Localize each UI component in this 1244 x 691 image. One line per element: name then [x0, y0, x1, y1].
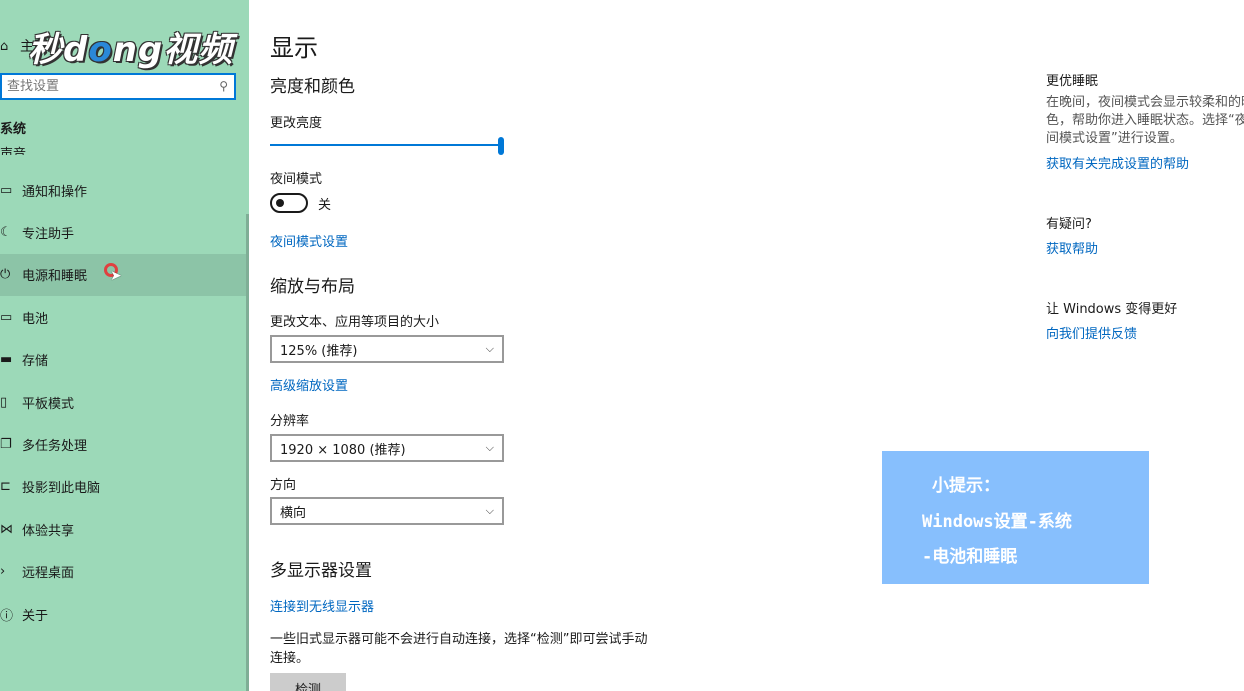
mouse-cursor-icon: ➤ — [110, 268, 122, 284]
chevron-down-icon: ⌵ — [485, 504, 494, 517]
wireless-display-link[interactable]: 连接到无线显示器 — [270, 596, 374, 615]
resolution-value: 1920 × 1080 (推荐) — [280, 442, 406, 458]
orientation-value: 横向 — [280, 505, 307, 521]
sidebar-scrollbar[interactable] — [246, 214, 249, 691]
multi-display-description: 一些旧式显示器可能不会进行自动连接，选择“检测”即可尝试手动连接。 — [270, 632, 648, 666]
night-mode-settings-link[interactable]: 夜间模式设置 — [270, 231, 348, 250]
sidebar-item-project[interactable]: ⊏ 投影到此电脑 — [0, 466, 246, 508]
night-mode-toggle-row: 关 — [270, 193, 331, 213]
better-sleep-description: 在晚间，夜间模式会显示较柔和的暖色，帮助你进入睡眠状态。选择“夜间模式设置”进行… — [1046, 95, 1244, 146]
tablet-icon: ▯ — [0, 394, 8, 410]
sidebar-item-tablet-mode[interactable]: ▯ 平板模式 — [0, 381, 246, 423]
night-mode-toggle[interactable] — [270, 193, 308, 213]
power-icon: ⏻ — [0, 267, 11, 283]
tip-title: 小提示： — [932, 476, 1000, 496]
search-box[interactable]: ⚲ — [0, 73, 236, 100]
sidebar-item-focus-assist[interactable]: ☾ 专注助手 — [0, 211, 246, 253]
brightness-slider-track — [270, 144, 502, 146]
chat-icon: ▭ — [0, 182, 13, 198]
search-icon[interactable]: ⚲ — [219, 79, 228, 93]
advanced-scaling-link[interactable]: 高级缩放设置 — [270, 375, 348, 394]
toggle-knob — [276, 199, 284, 207]
sidebar-item-sound[interactable]: 声音 — [0, 143, 26, 155]
question-heading: 有疑问? — [1046, 217, 1092, 232]
night-mode-state: 关 — [318, 197, 332, 213]
resolution-dropdown[interactable]: 1920 × 1080 (推荐) ⌵ — [270, 434, 504, 462]
sidebar-item-battery[interactable]: ▭ 电池 — [0, 296, 246, 338]
orientation-label: 方向 — [270, 478, 297, 493]
share-icon: ⋈ — [0, 521, 13, 537]
orientation-dropdown[interactable]: 横向 ⌵ — [270, 497, 504, 525]
page-title: 显示 — [270, 34, 318, 62]
brightness-label: 更改亮度 — [270, 116, 323, 131]
project-icon: ⊏ — [0, 479, 11, 495]
detect-button[interactable]: 检测 — [270, 673, 346, 691]
tip-line-path: Windows设置-系统 — [922, 512, 1072, 532]
setup-help-link[interactable]: 获取有关完成设置的帮助 — [1046, 153, 1189, 172]
sidebar-nav: ▭ 通知和操作 ☾ 专注助手 ⏻ 电源和睡眠 ▭ 电池 ▬ 存储 ▯ 平板模式 … — [0, 169, 246, 635]
sidebar-item-shared-experiences[interactable]: ⋈ 体验共享 — [0, 508, 246, 550]
sidebar-item-remote-desktop[interactable]: › 远程桌面 — [0, 551, 246, 593]
night-mode-label: 夜间模式 — [270, 172, 323, 187]
scale-dropdown[interactable]: 125% (推荐) ⌵ — [270, 335, 504, 363]
better-sleep-heading: 更优睡眠 — [1046, 74, 1099, 89]
chevron-down-icon: ⌵ — [485, 441, 494, 454]
related-panel: 更优睡眠 在晚间，夜间模式会显示较柔和的暖色，帮助你进入睡眠状态。选择“夜间模式… — [1046, 0, 1244, 360]
scale-label: 更改文本、应用等项目的大小 — [270, 315, 440, 330]
sidebar-item-power-sleep[interactable]: ⏻ 电源和睡眠 — [0, 253, 246, 297]
search-input[interactable] — [7, 79, 207, 94]
sidebar: ⌂ 主页 秒dong视频 ⚲ 系统 声音 ▭ 通知和操作 ☾ 专注助手 ⏻ 电源… — [0, 0, 249, 691]
watermark-logo: 秒dong视频 — [28, 30, 234, 70]
scale-value: 125% (推荐) — [280, 343, 358, 359]
sidebar-item-storage[interactable]: ▬ 存储 — [0, 339, 246, 381]
remote-icon: › — [0, 564, 6, 580]
sidebar-item-about[interactable]: ⓘ 关于 — [0, 593, 246, 635]
scale-layout-heading: 缩放与布局 — [270, 277, 355, 297]
battery-icon: ▭ — [0, 309, 13, 325]
multitask-icon: ❐ — [0, 437, 12, 453]
info-icon: ⓘ — [0, 608, 14, 624]
brightness-slider-thumb[interactable] — [498, 137, 504, 155]
get-help-link[interactable]: 获取帮助 — [1046, 238, 1098, 257]
resolution-label: 分辨率 — [270, 414, 310, 429]
brightness-heading: 亮度和颜色 — [270, 77, 355, 97]
section-label-system: 系统 — [0, 122, 27, 137]
improve-windows-heading: 让 Windows 变得更好 — [1046, 302, 1178, 317]
moon-icon: ☾ — [0, 225, 12, 241]
feedback-link[interactable]: 向我们提供反馈 — [1046, 323, 1137, 342]
tip-line-target: -电池和睡眠 — [922, 547, 1018, 567]
brightness-slider[interactable] — [270, 137, 504, 157]
sidebar-item-multitasking[interactable]: ❐ 多任务处理 — [0, 423, 246, 465]
tip-overlay: 小提示： Windows设置-系统 -电池和睡眠 — [882, 451, 1149, 584]
multi-display-heading: 多显示器设置 — [270, 561, 372, 581]
home-icon: ⌂ — [0, 38, 9, 54]
sidebar-item-notifications[interactable]: ▭ 通知和操作 — [0, 169, 246, 211]
chevron-down-icon: ⌵ — [485, 342, 494, 355]
storage-icon: ▬ — [0, 352, 13, 368]
